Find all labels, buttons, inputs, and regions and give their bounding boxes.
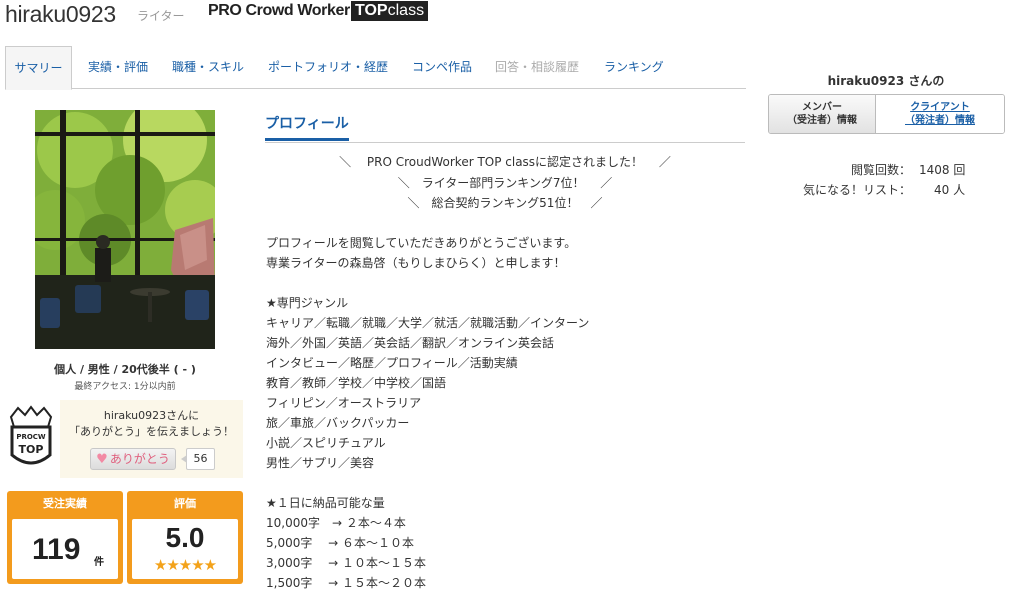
profile-announce-3: ＼ 総合契約ランキング51位！ ／ (407, 196, 603, 210)
profile-line: 3,000字 → １０本～１５本 (266, 556, 427, 570)
views-value: 1408 回 (919, 163, 966, 177)
client-tab-line-2: （発注者）情報 (905, 115, 975, 126)
member-tab-line-1: メンバー (802, 102, 842, 113)
heart-icon: ♥ (96, 452, 108, 467)
profile-line: 教育／教師／学校／中学校／国語 (266, 376, 447, 390)
page-header: hiraku0923 ライター PRO Crowd Worker TOPclas… (5, 0, 1025, 30)
top-badge-top: TOP (355, 2, 388, 19)
profile-line: ★１日に納品可能な量 (266, 496, 385, 510)
last-access: 最終アクセス: 1分以内前 (74, 382, 176, 392)
thanks-button-label: ありがとう (109, 452, 170, 466)
rating-value: 5.0 (165, 522, 205, 553)
user-role: ライター (137, 9, 185, 23)
rating-inner: 5.0 ★★★★★ (132, 519, 238, 579)
username: hiraku0923 (5, 1, 116, 27)
right-username: hiraku0923 さんの (827, 74, 945, 88)
top-badge-class: class (387, 2, 425, 19)
profile-line: 専業ライターの森島啓（もりしまひらく）と申します！ (266, 256, 566, 270)
profile-line: 小説／スピリチュアル (266, 436, 386, 450)
rating-label: 評価 (174, 497, 196, 510)
profile-announce-2: ＼ ライター部門ランキング7位！ ／ (397, 176, 613, 190)
thanks-message: hiraku0923さんに 「ありがとう」を伝えましょう！ (60, 408, 243, 440)
rating-stat: 評価 5.0 ★★★★★ (127, 491, 243, 584)
profile-announce-1: ＼ PRO CroudWorker TOP classに認定されました！ ／ (339, 155, 671, 169)
profile-line: フィリピン／オーストラリア (266, 396, 422, 410)
profile-line: 海外／外国／英語／英会話／翻訳／オンライン英会話 (266, 336, 555, 350)
thanks-line-1: hiraku0923さんに (103, 409, 200, 422)
profile-line: 1,500字 → １５本～２０本 (266, 576, 427, 590)
orders-inner: 119 件 (12, 519, 118, 579)
orders-value: 119 (32, 533, 81, 566)
pro-crowd-worker-label: PRO Crowd Worker (208, 2, 350, 19)
thanks-button[interactable]: ♥ ありがとう (90, 448, 176, 470)
thanks-box: hiraku0923さんに 「ありがとう」を伝えましょう！ ♥ ありがとう 56 (60, 400, 243, 478)
orders-unit: 件 (94, 557, 104, 568)
profile-line: ★専門ジャンル (266, 296, 349, 310)
profile-line: キャリア／転職／就職／大学／就活／就職活動／インターン (266, 316, 590, 330)
member-info-tab[interactable]: メンバー （受注者）情報 (769, 95, 876, 133)
procw-top-badge-icon: PROCW TOP (8, 405, 54, 473)
role-toggle: メンバー （受注者）情報 クライアント （発注者）情報 (768, 94, 1005, 134)
profile-line: インタビュー／略歴／プロフィール／活動実績 (266, 356, 518, 370)
profile-line: 男性／サプリ／美容 (266, 456, 375, 470)
thanks-count: 56 (181, 448, 215, 470)
tab-portfolio[interactable]: ポートフォリオ・経歴 (268, 46, 388, 89)
views-label: 閲覧回数： (851, 163, 912, 177)
profile-photo[interactable] (35, 110, 215, 349)
orders-stat: 受注実績 119 件 (7, 491, 123, 584)
tab-ranking[interactable]: ランキング (604, 46, 664, 89)
tab-skills[interactable]: 職種・スキル (172, 46, 244, 89)
client-tab-line-1: クライアント (910, 102, 970, 113)
profile-line: 5,000字 → ６本～１０本 (266, 536, 415, 550)
orders-label: 受注実績 (43, 497, 87, 510)
profile-line: プロフィールを閲覧していただきありがとうございます。 (266, 236, 577, 250)
watchlist-label: 気になる！リスト： (803, 183, 912, 197)
rating-stars-icon: ★★★★★ (153, 556, 217, 574)
thanks-line-2: 「ありがとう」を伝えましょう！ (69, 425, 234, 438)
user-attributes: 個人 / 男性 / 20代後半 ( - ) (54, 363, 196, 376)
profile-line: 旅／車旅／バックパッカー (266, 416, 410, 430)
top-class-badge: TOPclass (351, 1, 429, 21)
member-tab-line-2: （受注者）情報 (787, 115, 857, 126)
profile-title: プロフィール (265, 113, 349, 141)
watchlist-value: 40 人 (934, 183, 966, 197)
badge-procw-text: PROCW (16, 433, 46, 441)
profile-line: 10,000字 → ２本～４本 (266, 516, 406, 530)
profile-tabs: サマリー 実績・評価 職種・スキル ポートフォリオ・経歴 コンペ作品 回答・相談… (5, 46, 746, 90)
client-info-link[interactable]: クライアント （発注者）情報 (876, 95, 1004, 133)
tab-achievements[interactable]: 実績・評価 (88, 46, 148, 89)
tab-summary[interactable]: サマリー (5, 46, 72, 90)
profile-section-header: プロフィール (265, 103, 745, 143)
badge-top-text: TOP (19, 443, 44, 456)
tab-competition[interactable]: コンペ作品 (412, 46, 472, 89)
tab-answers: 回答・相談履歴 (495, 60, 580, 74)
